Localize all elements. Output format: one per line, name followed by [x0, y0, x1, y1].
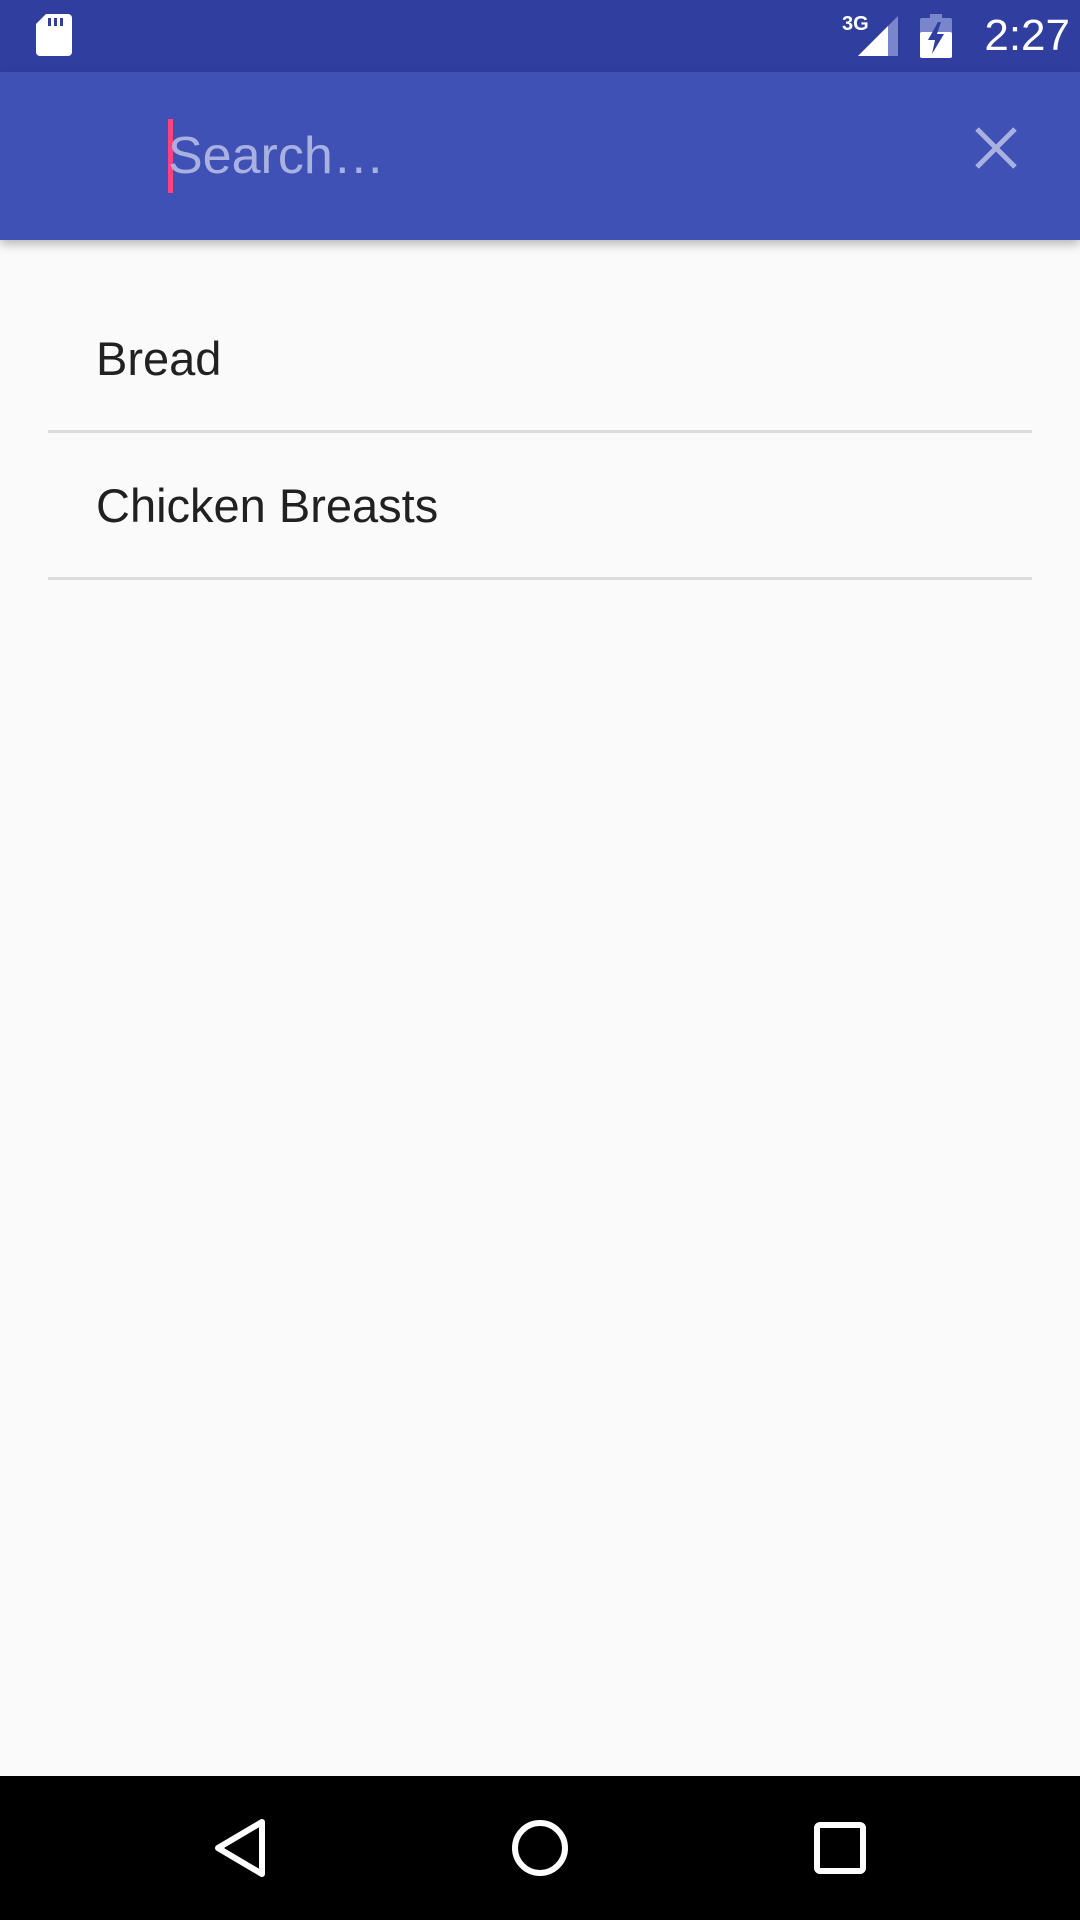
screen: 3G 2:27 Bread Chicken Breasts: [0, 0, 1080, 1920]
recents-icon: [814, 1822, 866, 1874]
search-input[interactable]: [168, 108, 908, 204]
signal-3g-icon: 3G: [842, 13, 898, 56]
back-icon: [215, 1819, 265, 1877]
results-list: Bread Chicken Breasts: [0, 286, 1080, 580]
status-bar: 3G 2:27: [0, 0, 1080, 72]
clear-search-button[interactable]: [960, 112, 1032, 184]
status-clock: 2:27: [984, 11, 1070, 60]
close-icon: [975, 127, 1017, 169]
sd-card-icon: [36, 14, 72, 56]
home-icon: [512, 1820, 568, 1876]
network-type-label: 3G: [842, 13, 869, 35]
home-button[interactable]: [490, 1798, 590, 1898]
list-item-label: Chicken Breasts: [96, 479, 439, 532]
recents-button[interactable]: [790, 1798, 890, 1898]
battery-charging-icon: [920, 14, 952, 58]
divider: [48, 577, 1032, 580]
navigation-bar: [0, 1776, 1080, 1920]
list-item[interactable]: Chicken Breasts: [0, 433, 1080, 580]
list-item-label: Bread: [96, 332, 222, 385]
list-item[interactable]: Bread: [0, 286, 1080, 433]
back-button[interactable]: [190, 1798, 290, 1898]
search-toolbar: [0, 72, 1080, 240]
